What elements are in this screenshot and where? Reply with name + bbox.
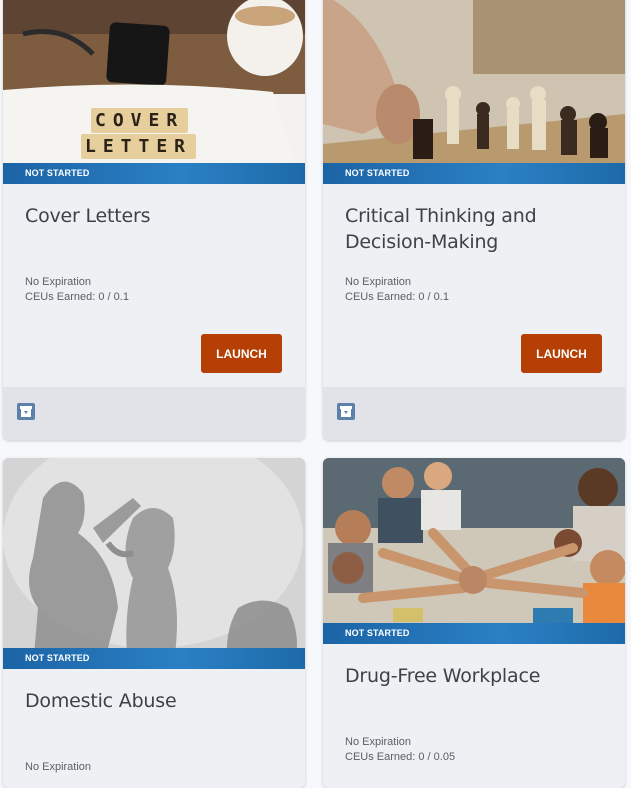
course-card-drug-free-workplace: NOT STARTED Drug-Free Workplace No Expir… xyxy=(323,458,625,788)
card-footer xyxy=(323,387,625,440)
course-title: Critical Thinking and Decision-Making xyxy=(345,205,537,253)
course-card-critical-thinking: NOT STARTED Critical Thinking and Decisi… xyxy=(323,0,625,440)
status-bar: NOT STARTED xyxy=(3,648,305,669)
course-card-cover-letters: COVER LETTER NOT STARTED Cover Letters N… xyxy=(3,0,305,440)
status-bar: NOT STARTED xyxy=(323,623,625,644)
status-label: NOT STARTED xyxy=(345,628,410,638)
course-thumbnail: COVER LETTER NOT STARTED xyxy=(3,0,305,184)
status-bar: NOT STARTED xyxy=(323,163,625,184)
course-thumbnail: NOT STARTED xyxy=(323,0,625,184)
course-title: Drug-Free Workplace xyxy=(345,665,541,687)
tiles-cover: COVER xyxy=(91,108,189,133)
ceus-text: CEUs Earned: 0 / 0.05 xyxy=(345,751,456,763)
card-footer xyxy=(3,387,305,440)
archive-icon[interactable] xyxy=(17,403,35,420)
cover-tiles-row-1: COVER xyxy=(91,108,189,133)
course-card-domestic-abuse: NOT STARTED Domestic Abuse No Expiration xyxy=(3,458,305,788)
status-label: NOT STARTED xyxy=(345,168,410,178)
course-title: Cover Letters xyxy=(25,205,151,227)
team-hands-image xyxy=(323,458,625,644)
archive-icon[interactable] xyxy=(337,403,355,420)
course-title: Domestic Abuse xyxy=(25,690,177,712)
cover-tiles-row-2: LETTER xyxy=(81,134,197,159)
expiration-text: No Expiration xyxy=(345,736,412,748)
course-thumbnail: NOT STARTED xyxy=(323,458,625,644)
chess-image xyxy=(323,0,625,184)
launch-button[interactable]: LAUNCH xyxy=(201,334,282,373)
status-label: NOT STARTED xyxy=(25,168,90,178)
expiration-text: No Expiration xyxy=(25,761,92,773)
tiles-letter: LETTER xyxy=(81,134,197,159)
ceus-text: CEUs Earned: 0 / 0.1 xyxy=(345,291,449,303)
status-label: NOT STARTED xyxy=(25,653,90,663)
ceus-text: CEUs Earned: 0 / 0.1 xyxy=(25,291,129,303)
expiration-text: No Expiration xyxy=(345,276,412,288)
expiration-text: No Expiration xyxy=(25,276,92,288)
shadow-image xyxy=(3,458,305,669)
status-bar: NOT STARTED xyxy=(3,163,305,184)
launch-button[interactable]: LAUNCH xyxy=(521,334,602,373)
course-thumbnail: NOT STARTED xyxy=(3,458,305,669)
